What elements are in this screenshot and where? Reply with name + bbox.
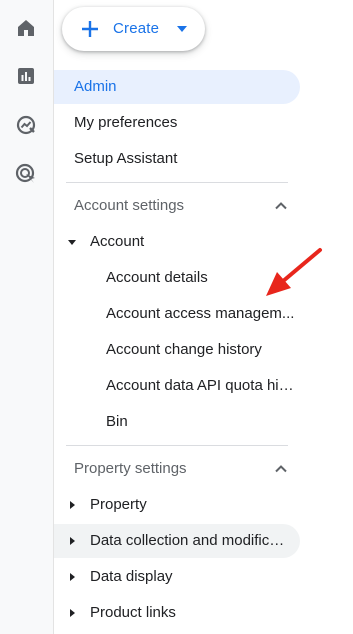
nav-label: Admin (74, 78, 117, 95)
nav-account-access-management[interactable]: Account access managem... (54, 297, 300, 331)
nav-group-data-display[interactable]: Data display (54, 560, 300, 594)
divider (66, 445, 288, 446)
explore-icon[interactable] (14, 113, 38, 137)
nav-bin[interactable]: Bin (54, 405, 300, 439)
nav-label: Setup Assistant (74, 150, 178, 167)
icon-rail (0, 0, 54, 634)
nav-setup-assistant[interactable]: Setup Assistant (54, 142, 300, 176)
reports-icon[interactable] (14, 64, 38, 88)
nav-label: Account data API quota his... (106, 377, 296, 394)
nav-group-property[interactable]: Property (54, 488, 300, 522)
section-title: Account settings (74, 197, 185, 214)
nav-label: Property (90, 496, 147, 513)
nav-admin[interactable]: Admin (54, 70, 300, 104)
nav-label: Data display (90, 568, 173, 585)
triangle-down-icon (67, 237, 77, 247)
section-title: Property settings (74, 460, 187, 477)
nav-group-data-collection[interactable]: Data collection and modifica... (54, 524, 300, 558)
nav-account-data-api-quota[interactable]: Account data API quota his... (54, 369, 300, 403)
nav-label: Account (90, 233, 145, 250)
nav-label: Data collection and modifica... (90, 532, 290, 549)
nav-group-product-links[interactable]: Product links (54, 596, 300, 630)
divider (66, 182, 288, 183)
triangle-right-icon (67, 536, 77, 546)
advertising-icon[interactable] (14, 162, 38, 186)
nav-label: My preferences (74, 114, 178, 131)
chevron-up-icon[interactable] (272, 460, 290, 478)
section-account-settings[interactable]: Account settings (54, 189, 300, 223)
home-icon[interactable] (14, 16, 38, 40)
nav-label: Bin (106, 413, 128, 430)
triangle-right-icon (67, 572, 77, 582)
nav-label: Product links (90, 604, 176, 621)
nav-label: Account access managem... (106, 305, 295, 322)
annotation-arrow-icon (266, 248, 322, 296)
chevron-up-icon[interactable] (272, 197, 290, 215)
create-label: Create (113, 20, 160, 37)
triangle-right-icon (67, 608, 77, 618)
nav-my-preferences[interactable]: My preferences (54, 106, 300, 140)
nav-label: Account change history (106, 341, 262, 358)
caret-down-icon[interactable] (176, 24, 188, 34)
create-button[interactable]: Create (62, 7, 205, 51)
section-property-settings[interactable]: Property settings (54, 452, 300, 486)
plus-icon (82, 21, 98, 37)
triangle-right-icon (67, 500, 77, 510)
nav-account-change-history[interactable]: Account change history (54, 333, 300, 367)
